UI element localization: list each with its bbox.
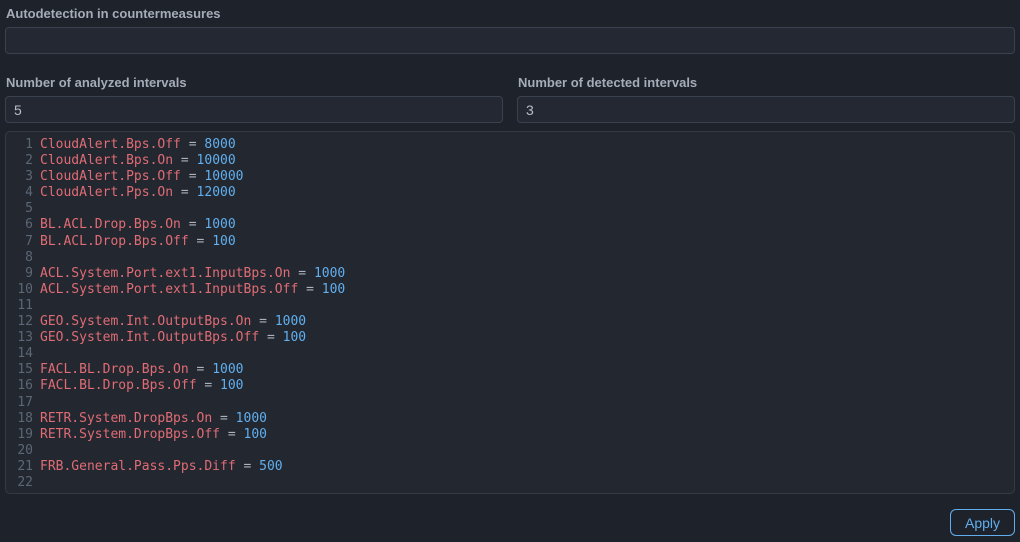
line-number: 10: [11, 282, 33, 298]
editor-line: 8: [11, 250, 1014, 266]
editor-line: 19 RETR.System.DropBps.Off = 100: [11, 427, 1014, 443]
autodetection-panel: Autodetection in countermeasures Number …: [5, 6, 1015, 536]
autodetection-input[interactable]: [5, 27, 1015, 54]
code-text: FACL.BL.Drop.Bps.Off = 100: [40, 378, 244, 393]
editor-line: 16 FACL.BL.Drop.Bps.Off = 100: [11, 378, 1014, 394]
autodetection-label: Autodetection in countermeasures: [5, 6, 1015, 22]
line-number: 14: [11, 346, 33, 362]
line-number: 22: [11, 475, 33, 491]
code-text: BL.ACL.Drop.Bps.On = 1000: [40, 217, 236, 232]
line-number: 21: [11, 459, 33, 475]
editor-line: 4 CloudAlert.Pps.On = 12000: [11, 185, 1014, 201]
analyzed-intervals-group: Number of analyzed intervals: [5, 75, 503, 123]
editor-line: 9 ACL.System.Port.ext1.InputBps.On = 1000: [11, 266, 1014, 282]
editor-line: 1 CloudAlert.Bps.Off = 8000: [11, 137, 1014, 153]
apply-button[interactable]: Apply: [950, 509, 1015, 536]
analyzed-intervals-input[interactable]: [5, 96, 503, 123]
code-text: ACL.System.Port.ext1.InputBps.Off = 100: [40, 282, 345, 297]
editor-line: 5: [11, 201, 1014, 217]
line-number: 12: [11, 314, 33, 330]
line-number: 9: [11, 266, 33, 282]
editor-line: 6 BL.ACL.Drop.Bps.On = 1000: [11, 217, 1014, 233]
editor-line: 22: [11, 475, 1014, 491]
line-number: 1: [11, 137, 33, 153]
analyzed-intervals-label: Number of analyzed intervals: [5, 75, 503, 91]
editor-line: 18 RETR.System.DropBps.On = 1000: [11, 411, 1014, 427]
editor-line: 2 CloudAlert.Bps.On = 10000: [11, 153, 1014, 169]
line-number: 18: [11, 411, 33, 427]
editor-line: 3 CloudAlert.Pps.Off = 10000: [11, 169, 1014, 185]
code-text: CloudAlert.Pps.On = 12000: [40, 185, 236, 200]
line-number: 2: [11, 153, 33, 169]
editor-line: 13 GEO.System.Int.OutputBps.Off = 100: [11, 330, 1014, 346]
editor-line: 15 FACL.BL.Drop.Bps.On = 1000: [11, 362, 1014, 378]
editor-line: 11: [11, 298, 1014, 314]
intervals-row: Number of analyzed intervals Number of d…: [5, 75, 1015, 123]
code-text: RETR.System.DropBps.On = 1000: [40, 411, 267, 426]
code-text: FACL.BL.Drop.Bps.On = 1000: [40, 362, 244, 377]
editor-line: 20: [11, 443, 1014, 459]
code-text: CloudAlert.Bps.Off = 8000: [40, 137, 236, 152]
editor-line: 14: [11, 346, 1014, 362]
editor-line: 21 FRB.General.Pass.Pps.Diff = 500: [11, 459, 1014, 475]
code-text: ACL.System.Port.ext1.InputBps.On = 1000: [40, 266, 345, 281]
line-number: 13: [11, 330, 33, 346]
code-text: GEO.System.Int.OutputBps.On = 1000: [40, 314, 306, 329]
line-number: 8: [11, 250, 33, 266]
line-number: 15: [11, 362, 33, 378]
line-number: 3: [11, 169, 33, 185]
code-text: CloudAlert.Pps.Off = 10000: [40, 169, 244, 184]
code-text: CloudAlert.Bps.On = 10000: [40, 153, 236, 168]
line-number: 6: [11, 217, 33, 233]
editor-line: 10 ACL.System.Port.ext1.InputBps.Off = 10…: [11, 282, 1014, 298]
line-number: 19: [11, 427, 33, 443]
code-text: BL.ACL.Drop.Bps.Off = 100: [40, 234, 236, 249]
editor-line: 7 BL.ACL.Drop.Bps.Off = 100: [11, 234, 1014, 250]
line-number: 4: [11, 185, 33, 201]
code-text: RETR.System.DropBps.Off = 100: [40, 427, 267, 442]
code-text: FRB.General.Pass.Pps.Diff = 500: [40, 459, 283, 474]
footer: Apply: [5, 509, 1015, 536]
editor-line: 12 GEO.System.Int.OutputBps.On = 1000: [11, 314, 1014, 330]
line-number: 17: [11, 395, 33, 411]
line-number: 11: [11, 298, 33, 314]
line-number: 7: [11, 234, 33, 250]
line-number: 16: [11, 378, 33, 394]
detected-intervals-label: Number of detected intervals: [517, 75, 1015, 91]
detected-intervals-group: Number of detected intervals: [517, 75, 1015, 123]
config-editor[interactable]: 1 CloudAlert.Bps.Off = 8000 2 CloudAlert.Bp…: [5, 131, 1015, 494]
editor-line: 17: [11, 395, 1014, 411]
detected-intervals-input[interactable]: [517, 96, 1015, 123]
code-text: GEO.System.Int.OutputBps.Off = 100: [40, 330, 306, 345]
line-number: 20: [11, 443, 33, 459]
line-number: 5: [11, 201, 33, 217]
